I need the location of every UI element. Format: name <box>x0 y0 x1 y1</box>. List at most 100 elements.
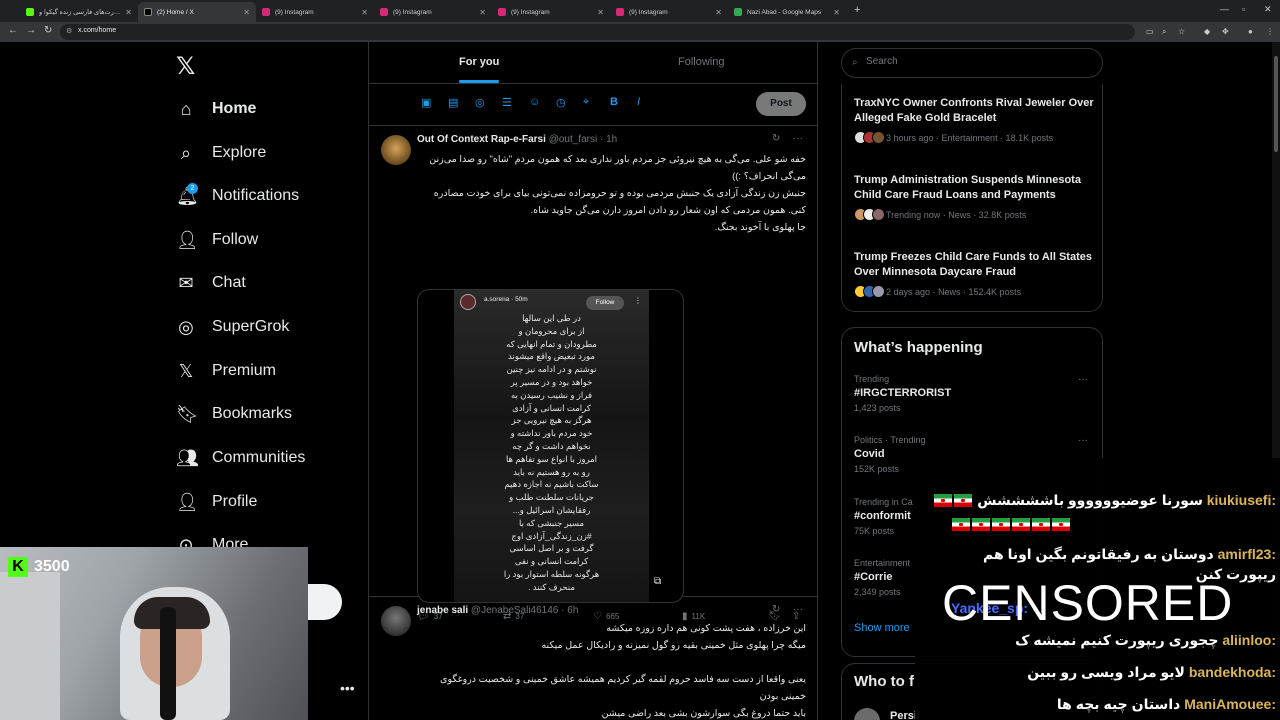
nav-explore[interactable]: ⌕ Explore <box>176 138 266 168</box>
news-item[interactable]: Trump Administration Suspends Minnesota … <box>854 173 1094 221</box>
address-bar[interactable]: ⚙ x.com/home <box>60 24 1135 40</box>
bold-icon[interactable]: B <box>610 96 618 108</box>
tweet-media[interactable]: a.sorena · 50m Follow ⋮ در طی این سالها … <box>417 289 684 603</box>
search-icon: ⌕ <box>180 142 192 163</box>
story-more-icon: ⋮ <box>634 296 642 305</box>
site-info-icon[interactable]: ⚙ <box>66 27 72 35</box>
nav-label: Profile <box>212 493 258 510</box>
nav-label: Explore <box>212 144 267 161</box>
browser-tab-active[interactable]: (2) Home / X ✕ <box>138 2 256 22</box>
new-tab-icon[interactable]: + <box>854 4 860 16</box>
tweet-time[interactable]: · 1h <box>600 134 617 145</box>
news-meta: Trending now · News · 32.8K posts <box>854 208 1094 221</box>
trend-item[interactable]: Trending #IRGCTERRORIST 1,423 posts ··· <box>854 374 1094 413</box>
reload-icon[interactable]: ↻ <box>44 25 52 36</box>
extension-icon[interactable]: ◆ <box>1204 27 1210 36</box>
news-item[interactable]: TraxNYC Owner Confronts Rival Jeweler Ov… <box>854 96 1094 144</box>
back-icon[interactable]: ← <box>8 25 18 36</box>
search-input[interactable] <box>866 56 1086 67</box>
avatar[interactable] <box>854 708 880 720</box>
tweet-time[interactable]: · 6h <box>561 605 578 616</box>
story-line: هرگز به هیچ نیرویی جز <box>511 415 592 426</box>
author-name[interactable]: Out Of Context Rap-e-Farsi <box>417 134 546 145</box>
author-handle[interactable]: @out_farsi <box>549 134 598 145</box>
minimize-icon[interactable]: — <box>1220 4 1229 14</box>
browser-tab[interactable]: Nazi Abad - Google Maps ✕ <box>728 2 846 22</box>
close-tab-icon[interactable]: ✕ <box>715 8 722 17</box>
trend-more-icon[interactable]: ··· <box>1078 374 1088 385</box>
close-tab-icon[interactable]: ✕ <box>479 8 486 17</box>
nav-home[interactable]: ⌂ Home <box>176 94 257 124</box>
more-options-icon[interactable]: ··· <box>793 133 803 144</box>
tweet-line: میگه چرا پهلوی مثل خمینی بقیه رو گول نمی… <box>541 640 806 651</box>
nav-chat[interactable]: ✉ Chat <box>176 268 245 298</box>
gif-icon[interactable]: ▤ <box>448 96 458 109</box>
close-tab-icon[interactable]: ✕ <box>361 8 368 17</box>
tab-for-you[interactable]: For you <box>459 56 499 68</box>
tab-following[interactable]: Following <box>678 56 724 68</box>
profile-avatar-icon[interactable]: ● <box>1248 27 1253 36</box>
search-box[interactable]: ⌕ <box>841 48 1103 78</box>
chat-text: سورنا عوضیوووووو باششششش <box>977 492 1203 508</box>
tweet[interactable]: jenabe sali @JenabeSali46146 · 6h ↻ ··· … <box>369 598 817 720</box>
browser-tab[interactable]: (9) Instagram ✕ <box>374 2 492 22</box>
story-line: منحرف کنند . <box>528 581 575 592</box>
scrollbar-thumb[interactable] <box>1274 56 1278 152</box>
forward-icon[interactable]: → <box>26 25 36 36</box>
close-tab-icon[interactable]: ✕ <box>833 8 840 17</box>
news-item[interactable]: Trump Freezes Child Care Funds to All St… <box>854 250 1094 298</box>
story-line: در طی این سالها <box>522 313 581 323</box>
italic-icon[interactable]: I <box>637 96 640 108</box>
nav-supergrok[interactable]: ◎ SuperGrok <box>176 312 289 342</box>
image-icon[interactable]: ▣ <box>421 96 431 109</box>
nav-premium[interactable]: 𝕏 Premium <box>176 356 276 386</box>
suggested-user-name[interactable]: Persi <box>890 710 917 720</box>
avatar[interactable] <box>381 606 411 636</box>
nav-communities[interactable]: 👥︎ Communities <box>176 443 305 473</box>
nav-follow[interactable]: 👤︎ Follow <box>176 225 258 255</box>
chat-username: ManiAmouee: <box>1184 696 1276 712</box>
close-tab-icon[interactable]: ✕ <box>243 8 250 17</box>
chat-username: amirfl23: <box>1217 546 1276 562</box>
maximize-icon[interactable]: ▫ <box>1242 4 1245 14</box>
nav-bookmarks[interactable]: 🔖︎ Bookmarks <box>176 399 292 429</box>
zoom-icon[interactable]: ⌕ <box>1162 27 1166 37</box>
grok-icon[interactable]: ↻ <box>772 133 780 144</box>
trend-more-icon[interactable]: ··· <box>1078 435 1088 446</box>
browser-tab[interactable]: اسارت‌های فارسی زنده گیکوا و ...✕ <box>20 2 138 22</box>
account-menu-icon[interactable]: ••• <box>340 680 355 696</box>
show-more-link[interactable]: Show more <box>854 622 910 634</box>
x-logo-icon[interactable]: 𝕏 <box>176 52 195 81</box>
trend-context: Trending <box>854 374 890 384</box>
active-tab-indicator <box>459 80 499 83</box>
avatar[interactable] <box>381 135 411 165</box>
chat-message: ManiAmouee: داستان چیه بچه ها <box>951 694 1276 714</box>
browser-menu-icon[interactable]: ⋮ <box>1266 27 1274 36</box>
more-options-icon[interactable]: ··· <box>793 604 803 615</box>
grok-icon[interactable]: ◎ <box>475 96 485 109</box>
post-button[interactable]: Post <box>756 92 806 116</box>
cast-icon[interactable]: ▭ <box>1146 27 1154 36</box>
tab-favicon-icon <box>262 8 270 16</box>
close-tab-icon[interactable]: ✕ <box>597 8 604 17</box>
browser-tab[interactable]: (9) Instagram ✕ <box>492 2 610 22</box>
browser-tab[interactable]: (9) Instagram ✕ <box>256 2 374 22</box>
nav-profile[interactable]: 👤︎ Profile <box>176 487 257 517</box>
search-icon: ⌕ <box>852 57 858 68</box>
browser-tab[interactable]: (9) Instagram ✕ <box>610 2 728 22</box>
poll-icon[interactable]: ☰ <box>502 96 512 109</box>
grok-icon[interactable]: ↻ <box>772 604 780 615</box>
author-name[interactable]: jenabe sali <box>417 605 468 616</box>
close-window-icon[interactable]: ✕ <box>1264 4 1272 15</box>
author-handle[interactable]: @JenabeSali46146 <box>471 605 558 616</box>
close-tab-icon[interactable]: ✕ <box>125 8 132 17</box>
location-icon[interactable]: ⌖ <box>583 96 589 109</box>
tweet[interactable]: Out Of Context Rap-e-Farsi @out_farsi · … <box>369 127 817 622</box>
bookmark-star-icon[interactable]: ☆ <box>1178 27 1185 36</box>
schedule-icon[interactable]: ◷ <box>556 96 566 109</box>
panel-title: What’s happening <box>854 339 983 356</box>
edit-image-icon[interactable]: ⧉ <box>654 576 661 587</box>
extensions-puzzle-icon[interactable]: ✥ <box>1222 27 1229 36</box>
story-line: رفقایشان اسرائیل و... <box>512 504 591 515</box>
emoji-icon[interactable]: ☺ <box>529 96 540 108</box>
